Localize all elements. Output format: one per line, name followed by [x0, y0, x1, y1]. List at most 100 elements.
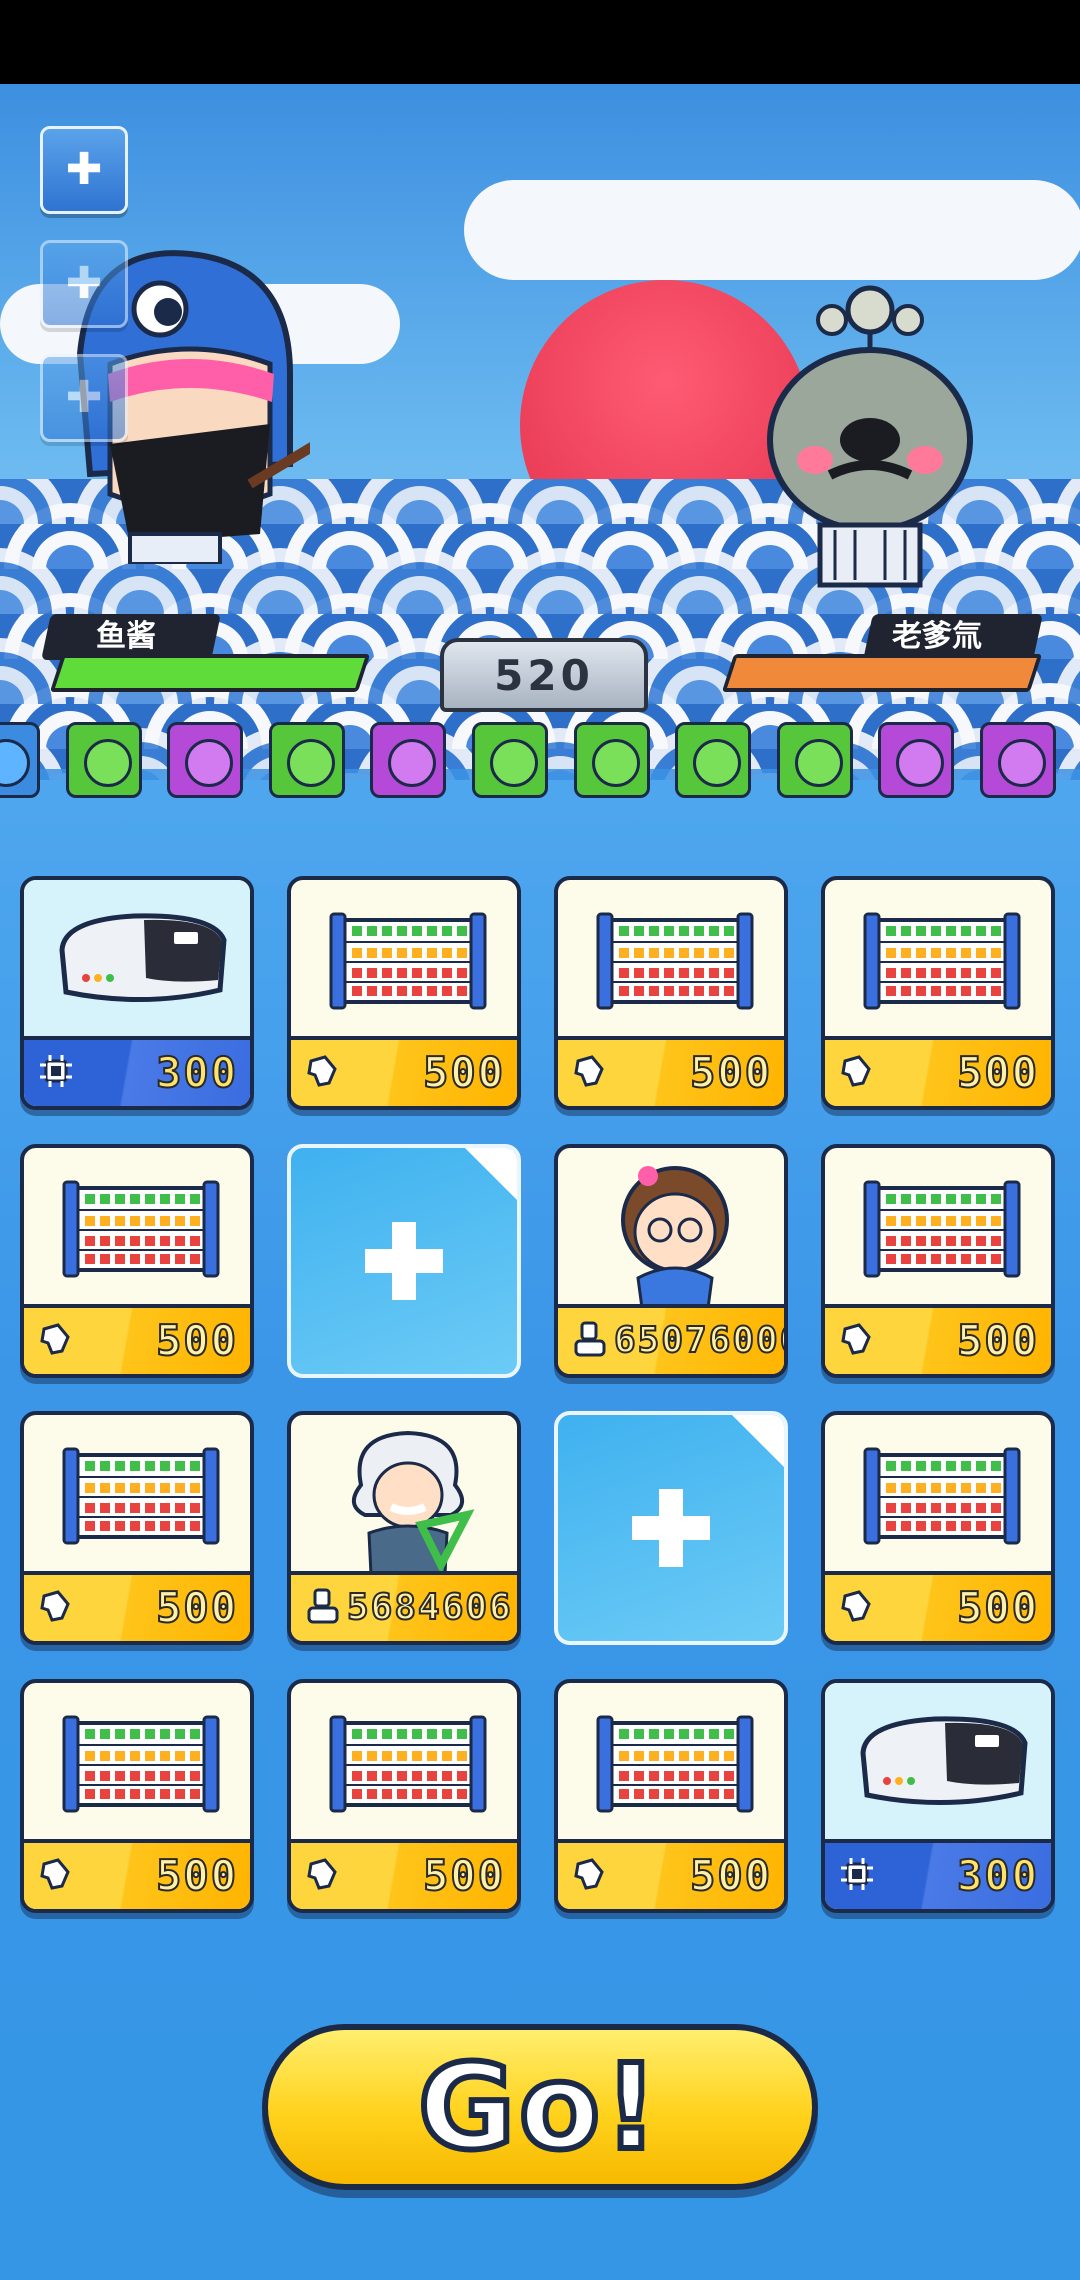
plus-icon: ✚ [65, 144, 103, 195]
chip-icon [38, 1053, 74, 1089]
ball-tile [472, 722, 548, 798]
abacus-card[interactable]: 500 [287, 876, 521, 1110]
blue-ball-icon [0, 739, 30, 787]
chip-icon [839, 1856, 875, 1892]
hand-icon [839, 1321, 875, 1357]
enemy-seal-character [767, 285, 973, 588]
abacus-card[interactable]: 500 [821, 876, 1055, 1110]
abacus-art [558, 880, 784, 1040]
card-cost-bar: 500 [24, 1839, 250, 1909]
abacus-art [291, 880, 517, 1040]
score-display: 520 [440, 638, 648, 712]
abacus-art [24, 1415, 250, 1575]
card-value: 500 [689, 1850, 772, 1901]
green-ball-icon [490, 739, 538, 787]
empty-slot-card[interactable] [554, 1411, 788, 1645]
plus-icon [359, 1216, 449, 1306]
purple-ball-icon [998, 739, 1046, 787]
card-cost-bar: 500 [291, 1839, 517, 1909]
card-value: 500 [956, 1582, 1039, 1633]
abacus-card[interactable]: 500 [287, 1679, 521, 1913]
green-ball-icon [794, 739, 843, 787]
green-ball-icon [83, 739, 132, 787]
enemy-hp-fill [727, 658, 1037, 688]
hand-icon [305, 1856, 341, 1892]
abacus-card[interactable]: 500 [554, 876, 788, 1110]
ball-tile [980, 722, 1056, 798]
add-slot-button-3[interactable]: ✚ [40, 354, 128, 442]
card-cost-bar: 500 [558, 1839, 784, 1909]
hand-icon [839, 1053, 875, 1089]
card-value: 300 [155, 1047, 238, 1098]
card-value: 65076000 [613, 1319, 788, 1362]
ball-tile [65, 722, 142, 798]
ball-tile [370, 722, 447, 798]
card-value: 300 [956, 1850, 1039, 1901]
vr-card[interactable]: 300 [821, 1679, 1055, 1913]
hand-icon [839, 1588, 875, 1624]
game-screen: ✚ ✚ ✚ 鱼酱 老爹氚 520 300 500 500 500 500 65076000… [0, 0, 1080, 2280]
abacus-art [825, 1415, 1051, 1575]
card-value: 500 [155, 1315, 238, 1366]
card-value: 500 [422, 1047, 505, 1098]
card-cost-bar: 500 [558, 1036, 784, 1106]
card-cost-bar: 500 [24, 1304, 250, 1374]
empty-slot-card[interactable] [287, 1144, 521, 1378]
abacus-card[interactable]: 500 [20, 1679, 254, 1913]
status-bar [0, 0, 1080, 84]
ball-queue [0, 722, 1080, 802]
scientist-girl-art [558, 1148, 784, 1310]
card-cost-bar: 300 [24, 1036, 250, 1106]
add-slot-button-2[interactable]: ✚ [40, 240, 128, 328]
abacus-art [291, 1683, 517, 1843]
card-value: 500 [155, 1582, 238, 1633]
vr-card[interactable]: 300 [20, 876, 254, 1110]
einstein-art [291, 1415, 517, 1577]
card-value: 500 [956, 1315, 1039, 1366]
abacus-art [558, 1683, 784, 1843]
add-slot-button-1[interactable]: ✚ [40, 126, 128, 214]
person-icon [305, 1588, 341, 1624]
abacus-card[interactable]: 500 [554, 1679, 788, 1913]
plus-icon [626, 1483, 716, 1573]
plus-icon: ✚ [65, 258, 103, 309]
green-ball-icon [693, 739, 742, 787]
person-icon [572, 1321, 608, 1357]
ball-tile [0, 722, 40, 798]
green-ball-icon [591, 739, 640, 787]
enemy-hp-bar [721, 654, 1043, 692]
vr-art [825, 1683, 1051, 1843]
card-cost-bar: 300 [825, 1839, 1051, 1909]
purple-ball-icon [896, 739, 945, 787]
abacus-art [24, 1148, 250, 1308]
score-value: 520 [494, 650, 594, 700]
card-cost-bar: 500 [291, 1036, 517, 1106]
cloud [464, 180, 1080, 280]
abacus-card[interactable]: 500 [821, 1144, 1055, 1378]
ball-tile [776, 722, 853, 798]
card-value: 500 [689, 1047, 772, 1098]
hand-icon [572, 1856, 608, 1892]
player-hp-fill [55, 658, 365, 688]
player-hp-bar [49, 654, 371, 692]
scientist-girl-card[interactable]: 65076000 [554, 1144, 788, 1378]
abacus-card[interactable]: 500 [821, 1411, 1055, 1645]
hand-icon [38, 1856, 74, 1892]
card-cost-bar: 500 [825, 1036, 1051, 1106]
hand-icon [38, 1588, 74, 1624]
hand-icon [38, 1321, 74, 1357]
go-button[interactable]: Go! [262, 2024, 818, 2190]
abacus-card[interactable]: 500 [20, 1144, 254, 1378]
abacus-art [825, 880, 1051, 1040]
abacus-art [24, 1683, 250, 1843]
abacus-art [825, 1148, 1051, 1308]
einstein-card[interactable]: 5684606 [287, 1411, 521, 1645]
card-cost-bar: 500 [24, 1571, 250, 1641]
corner-fold [728, 1415, 784, 1471]
ball-tile [167, 722, 244, 798]
card-cost-bar: 500 [825, 1304, 1051, 1374]
plus-icon: ✚ [65, 372, 103, 423]
card-value: 5684606 [346, 1586, 513, 1629]
ball-tile [675, 722, 752, 798]
abacus-card[interactable]: 500 [20, 1411, 254, 1645]
